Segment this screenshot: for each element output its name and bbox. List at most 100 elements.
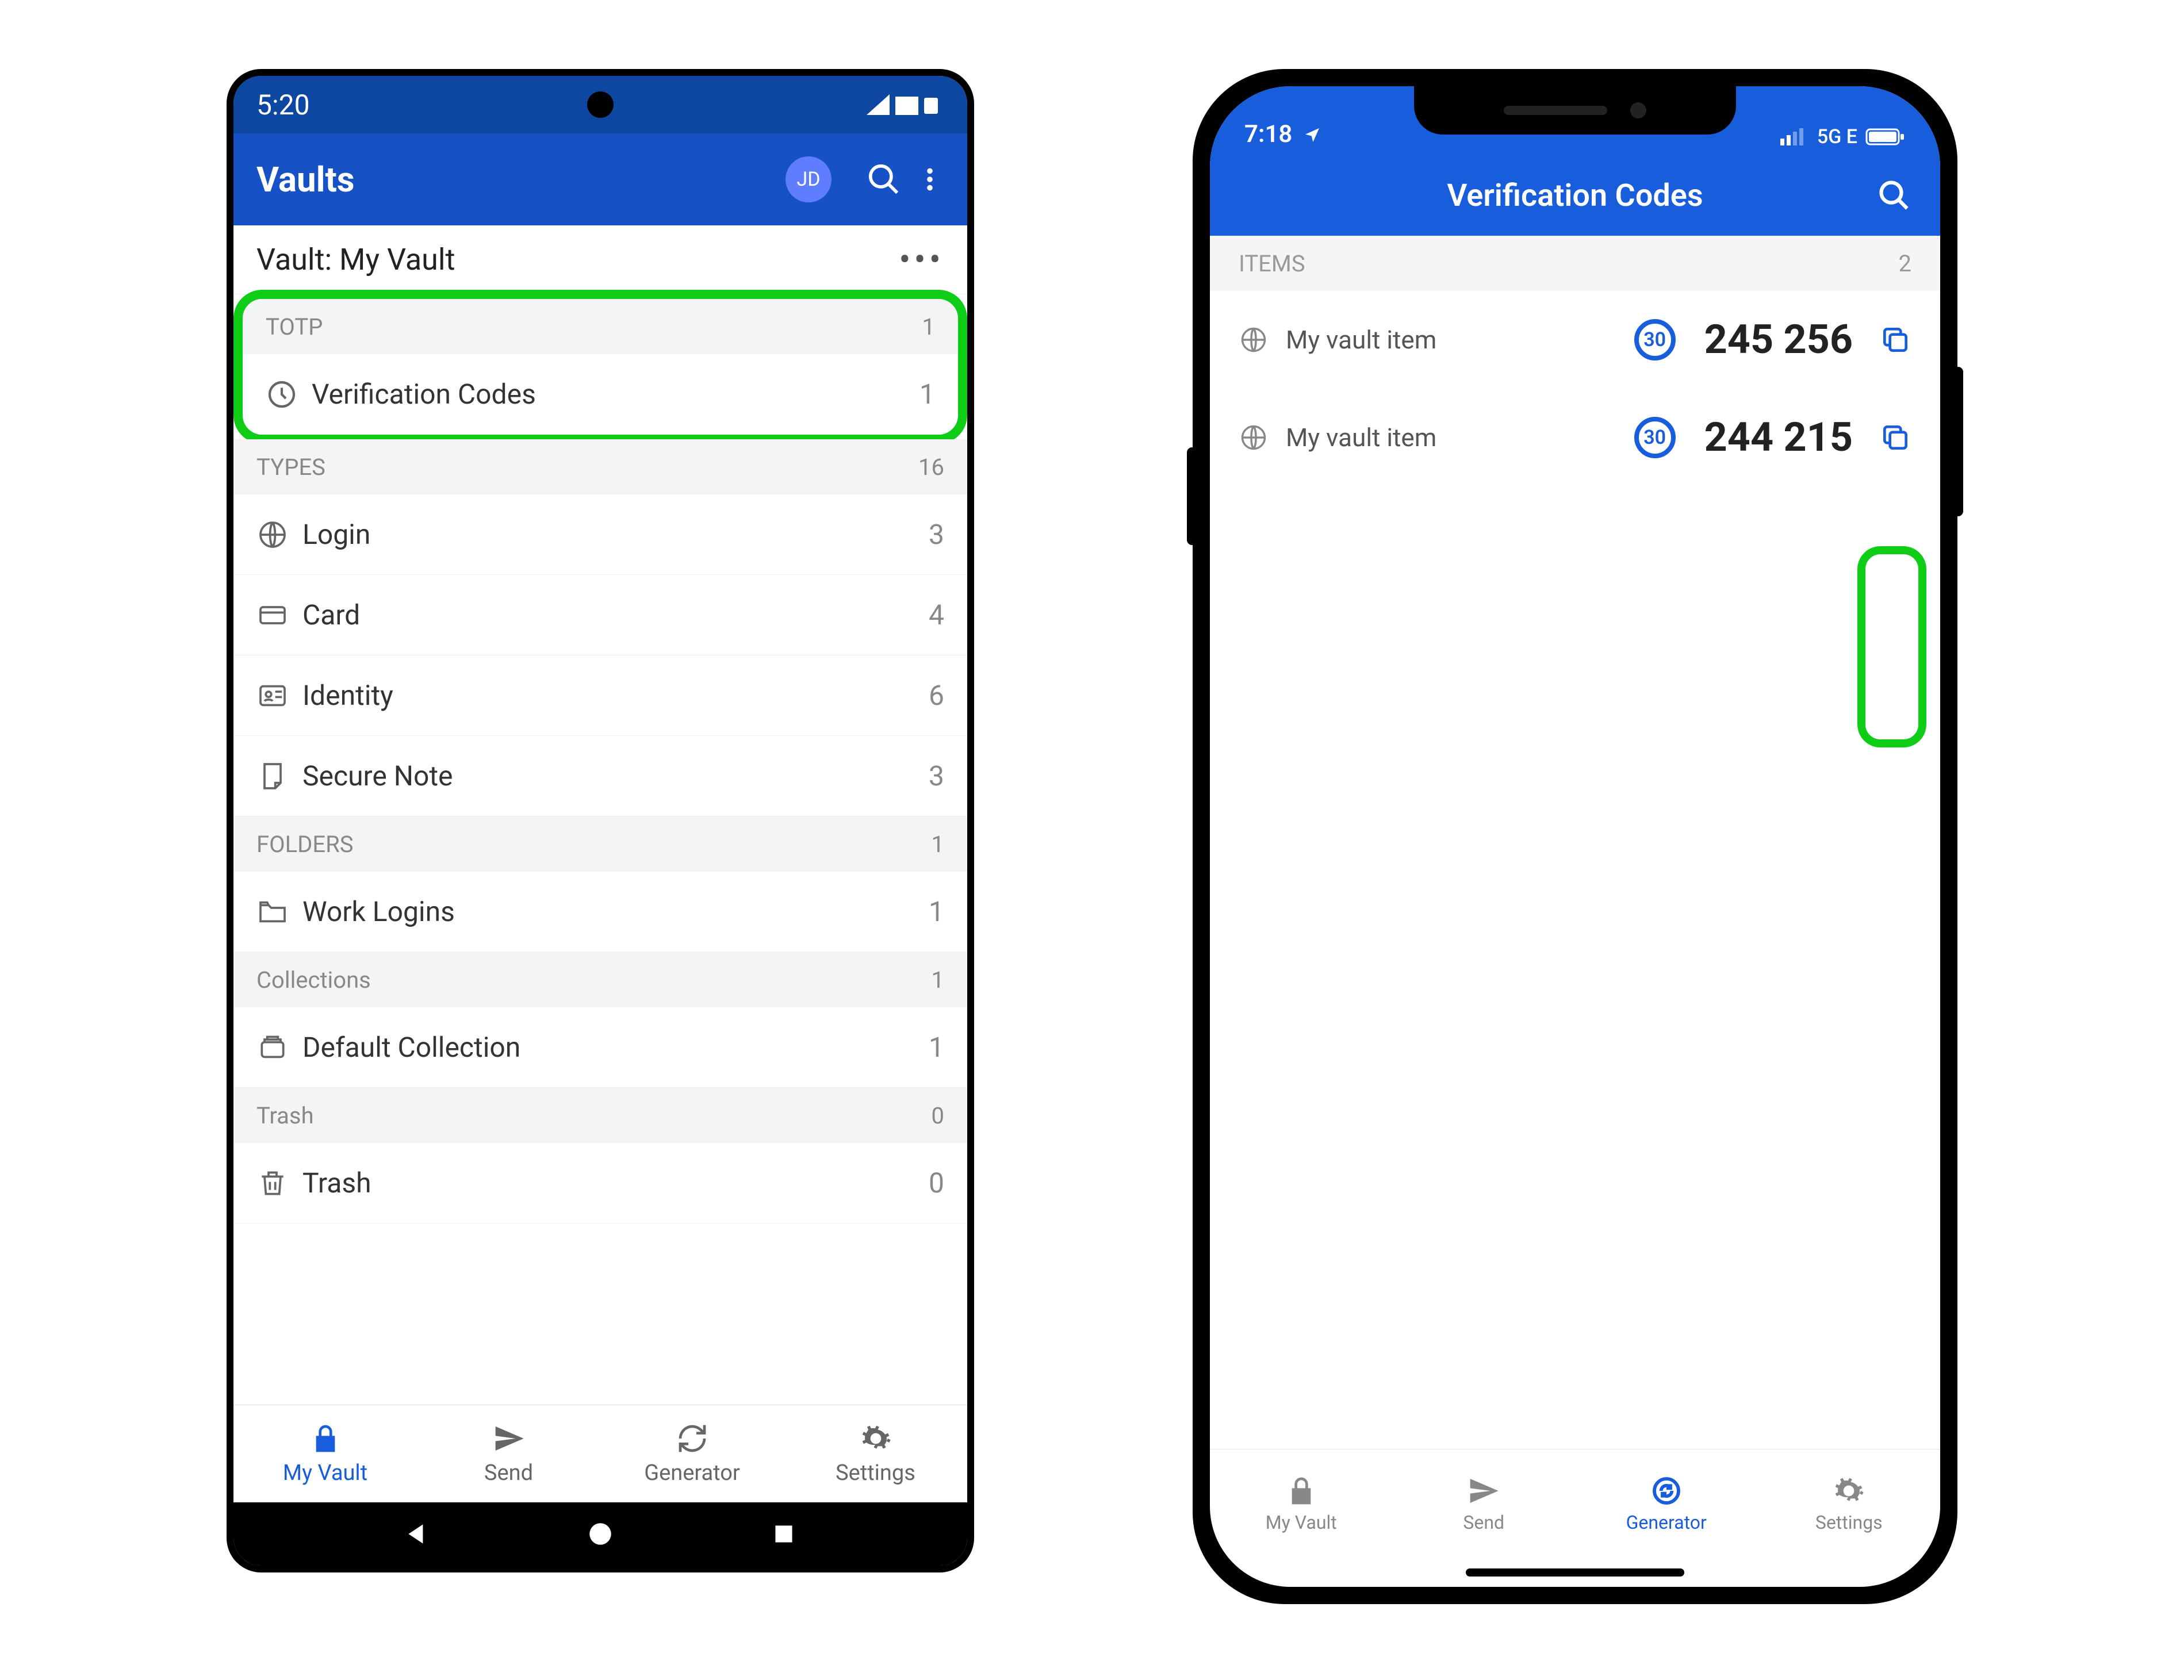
section-title: ITEMS	[1239, 250, 1305, 277]
row-label: Card	[302, 599, 929, 631]
row-trash[interactable]: Trash 0	[233, 1143, 967, 1223]
statusbar-right-icons	[864, 92, 944, 117]
recents-softkey-icon[interactable]	[769, 1520, 798, 1548]
nav-settings[interactable]: Settings	[1758, 1449, 1941, 1558]
home-indicator-bar	[1466, 1568, 1684, 1577]
android-softkeys	[233, 1502, 967, 1566]
code-timer: 30	[1634, 417, 1676, 458]
android-bottomnav: My Vault Send Generator Settings	[233, 1405, 967, 1502]
code-timer: 30	[1634, 319, 1676, 360]
row-label: Verification Codes	[312, 378, 919, 411]
section-count: 1	[932, 966, 944, 994]
statusbar-right: 5G E	[1780, 125, 1906, 148]
nav-my-vault[interactable]: My Vault	[233, 1405, 417, 1502]
section-title: FOLDERS	[256, 831, 354, 858]
front-camera	[1630, 102, 1646, 118]
more-icon[interactable]: •••	[899, 239, 944, 280]
appbar-title: Verification Codes	[1447, 178, 1703, 214]
row-count: 1	[929, 895, 944, 928]
nav-label: My Vault	[1266, 1512, 1337, 1533]
nav-send[interactable]: Send	[1393, 1449, 1576, 1558]
copy-icon[interactable]	[1879, 421, 1911, 454]
note-icon	[256, 760, 302, 792]
row-secure-note[interactable]: Secure Note 3	[233, 736, 967, 816]
row-verification-codes[interactable]: Verification Codes 1	[243, 354, 958, 435]
row-count: 1	[919, 378, 935, 411]
section-header-types: TYPES 16	[233, 439, 967, 494]
copy-icon[interactable]	[1879, 324, 1911, 356]
statusbar-time: 7:18	[1244, 120, 1292, 148]
section-header-totp: TOTP 1	[243, 299, 958, 354]
row-count: 3	[929, 760, 944, 792]
totp-item-row[interactable]: My vault item 30 245 256	[1210, 291, 1940, 389]
home-indicator[interactable]	[1210, 1558, 1940, 1587]
statusbar-time: 5:20	[256, 89, 310, 121]
nav-label: Generator	[1626, 1512, 1707, 1533]
nav-settings[interactable]: Settings	[784, 1405, 967, 1502]
row-label: Trash	[302, 1167, 929, 1199]
android-appbar: Vaults JD	[233, 133, 967, 225]
search-icon[interactable]	[866, 162, 902, 197]
row-default-collection[interactable]: Default Collection 1	[233, 1007, 967, 1088]
android-statusbar: 5:20	[233, 76, 967, 133]
folder-icon	[256, 896, 302, 928]
section-title: TOTP	[266, 313, 323, 340]
row-work-logins[interactable]: Work Logins 1	[233, 872, 967, 952]
home-softkey-icon[interactable]	[586, 1520, 615, 1548]
avatar[interactable]: JD	[786, 156, 832, 202]
id-icon	[256, 680, 302, 712]
iphone-frame: 7:18 5G E Verification Codes ITEMS 2	[1193, 69, 1957, 1604]
android-content: Vault: My Vault ••• TOTP 1 Verification …	[233, 225, 967, 1405]
row-identity[interactable]: Identity 6	[233, 655, 967, 736]
section-count: 1	[922, 313, 935, 340]
nav-my-vault[interactable]: My Vault	[1210, 1449, 1393, 1558]
copy-highlight-box	[1857, 546, 1926, 747]
nav-generator[interactable]: Generator	[600, 1405, 784, 1502]
row-login[interactable]: Login 3	[233, 494, 967, 575]
row-card[interactable]: Card 4	[233, 575, 967, 655]
trash-icon	[256, 1167, 302, 1199]
row-label: Secure Note	[302, 760, 929, 792]
globe-icon	[1239, 423, 1269, 452]
card-icon	[256, 599, 302, 631]
section-title: TYPES	[256, 454, 325, 481]
row-count: 6	[929, 679, 944, 712]
collection-icon	[256, 1031, 302, 1064]
section-header-folders: FOLDERS 1	[233, 816, 967, 872]
android-phone-frame: 5:20 Vaults JD Vault: My Vault ••• TOTP …	[227, 69, 974, 1572]
nav-send[interactable]: Send	[417, 1405, 600, 1502]
globe-icon	[1239, 325, 1269, 355]
row-count: 1	[929, 1031, 944, 1064]
camera-dot	[587, 91, 614, 118]
totp-code: 244 215	[1704, 414, 1853, 461]
section-count: 16	[918, 454, 944, 481]
section-header-collections: Collections 1	[233, 952, 967, 1007]
vault-header-row[interactable]: Vault: My Vault •••	[233, 225, 967, 294]
iphone-screen: 7:18 5G E Verification Codes ITEMS 2	[1210, 86, 1940, 1587]
statusbar-left: 7:18	[1244, 120, 1321, 148]
section-title: Trash	[256, 1102, 314, 1129]
clock-icon	[266, 378, 312, 411]
back-softkey-icon[interactable]	[403, 1520, 431, 1548]
nav-generator[interactable]: Generator	[1575, 1449, 1758, 1558]
vault-header-label: Vault: My Vault	[256, 242, 899, 277]
ios-content: ITEMS 2 My vault item 30 245 256 My vaul…	[1210, 236, 1940, 1449]
ios-appbar: Verification Codes	[1210, 155, 1940, 236]
nav-label: Send	[484, 1460, 533, 1486]
ios-section-header: ITEMS 2	[1210, 236, 1940, 291]
section-count: 0	[932, 1102, 944, 1129]
section-header-trash: Trash 0	[233, 1088, 967, 1143]
item-name: My vault item	[1286, 325, 1617, 355]
totp-highlight-box: TOTP 1 Verification Codes 1	[233, 290, 967, 444]
item-name: My vault item	[1286, 423, 1617, 452]
row-label: Login	[302, 518, 929, 551]
row-label: Default Collection	[302, 1031, 929, 1064]
notch	[1414, 86, 1736, 135]
search-icon[interactable]	[1877, 178, 1911, 213]
section-count: 2	[1899, 250, 1911, 277]
ios-bottomnav: My Vault Send Generator Settings	[1210, 1449, 1940, 1558]
nav-label: Settings	[836, 1460, 915, 1486]
totp-item-row[interactable]: My vault item 30 244 215	[1210, 389, 1940, 486]
nav-label: Settings	[1815, 1512, 1883, 1533]
overflow-menu-icon[interactable]	[915, 162, 944, 197]
